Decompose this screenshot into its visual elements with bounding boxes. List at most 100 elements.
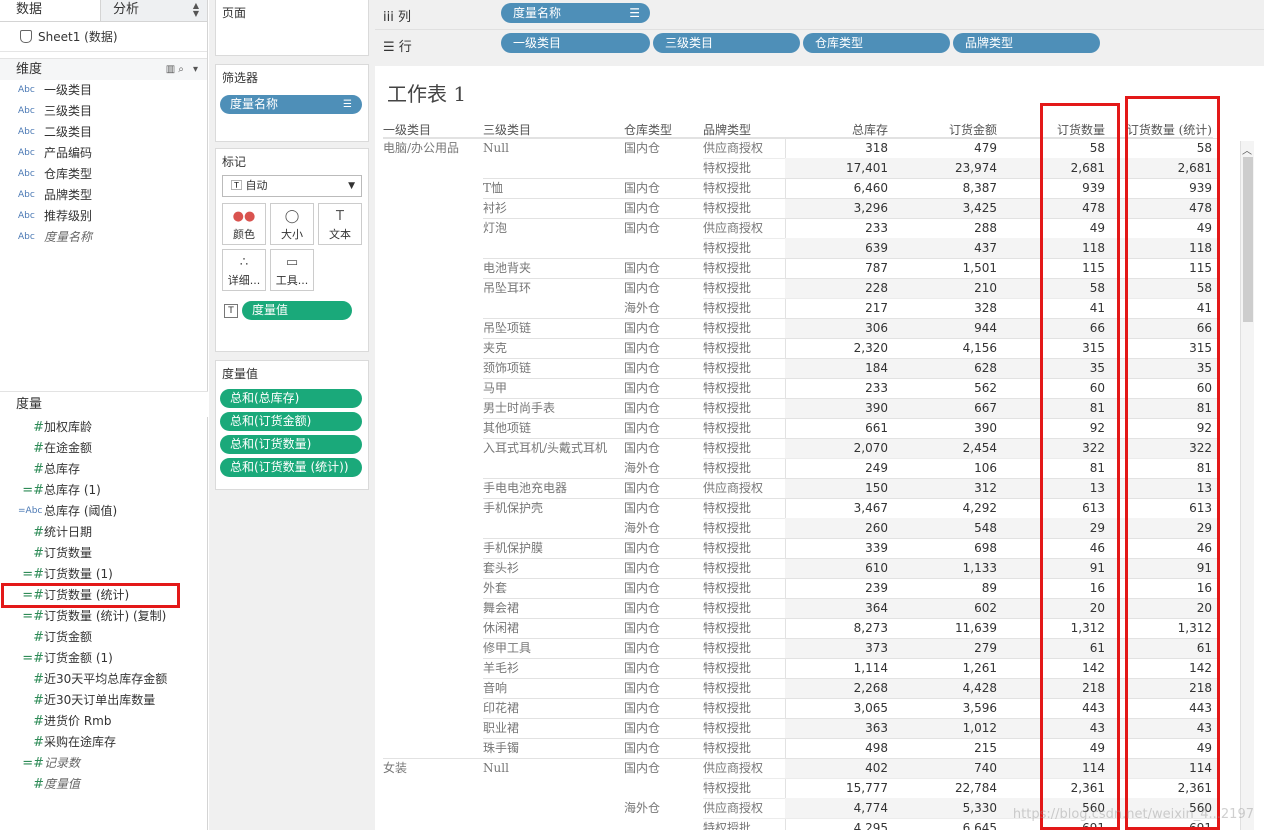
dimension-cell[interactable]: 特权授批 <box>703 258 781 278</box>
measure-cell[interactable]: 49 <box>999 738 1105 758</box>
dimension-cell[interactable]: Null <box>483 138 618 158</box>
measure-cell[interactable]: 312 <box>890 478 997 498</box>
dimension-cell[interactable]: 特权授批 <box>703 818 781 830</box>
dimension-cell[interactable]: 特权授批 <box>703 178 781 198</box>
mark-type-dropdown[interactable]: 🅃 自动 ▼ <box>222 175 362 197</box>
rows-pill-brand[interactable]: 品牌类型 <box>953 33 1100 53</box>
dimension-cell[interactable]: 国内仓 <box>624 638 696 658</box>
dimension-cell[interactable]: 国内仓 <box>624 538 696 558</box>
measure-cell[interactable]: 20 <box>999 598 1105 618</box>
measure-field[interactable]: # 度量值 <box>0 774 208 795</box>
measure-cell[interactable]: 3,596 <box>890 698 997 718</box>
measure-cell[interactable]: 29 <box>1107 518 1212 538</box>
dimension-cell[interactable]: 供应商授权 <box>703 798 781 818</box>
dimension-cell[interactable]: 特权授批 <box>703 598 781 618</box>
dimension-cell[interactable]: 国内仓 <box>624 258 696 278</box>
measure-cell[interactable]: 322 <box>1107 438 1212 458</box>
hdr-total-stock[interactable]: 总库存 <box>785 121 888 138</box>
measure-cell[interactable]: 315 <box>1107 338 1212 358</box>
measure-cell[interactable]: 46 <box>1107 538 1212 558</box>
measure-cell[interactable]: 548 <box>890 518 997 538</box>
dimension-cell[interactable]: 特权授批 <box>703 678 781 698</box>
measure-cell[interactable]: 437 <box>890 238 997 258</box>
dimension-cell[interactable]: 特权授批 <box>703 438 781 458</box>
measure-field[interactable]: =# 订货数量 (统计) <box>1 583 180 608</box>
measure-cell[interactable]: 41 <box>1107 298 1212 318</box>
measure-cell[interactable]: 58 <box>1107 278 1212 298</box>
measure-cell[interactable]: 628 <box>890 358 997 378</box>
dimension-cell[interactable]: 吊坠耳环 <box>483 278 618 298</box>
dimension-cell[interactable]: 特权授批 <box>703 698 781 718</box>
dimension-cell[interactable]: 灯泡 <box>483 218 618 238</box>
measure-cell[interactable]: 23,974 <box>890 158 997 178</box>
measure-cell[interactable]: 363 <box>785 718 888 738</box>
measure-cell[interactable]: 58 <box>1107 138 1212 158</box>
measure-cell[interactable]: 443 <box>999 698 1105 718</box>
measure-field[interactable]: # 采购在途库存 <box>0 732 208 753</box>
dimension-cell[interactable]: 海外仓 <box>624 518 696 538</box>
dimension-cell[interactable]: 国内仓 <box>624 558 696 578</box>
measure-cell[interactable]: 118 <box>999 238 1105 258</box>
measure-cell[interactable]: 8,273 <box>785 618 888 638</box>
measure-cell[interactable]: 1,133 <box>890 558 997 578</box>
measure-cell[interactable]: 66 <box>1107 318 1212 338</box>
dimension-cell[interactable]: 珠手镯 <box>483 738 618 758</box>
filter-pill-measure-names[interactable]: 度量名称 ☰ <box>220 95 362 114</box>
measure-field[interactable]: # 加权库龄 <box>0 417 208 438</box>
measure-cell[interactable]: 479 <box>890 138 997 158</box>
dimension-cell[interactable]: 特权授批 <box>703 338 781 358</box>
dimension-cell[interactable]: 国内仓 <box>624 278 696 298</box>
dimension-cell[interactable]: 特权授批 <box>703 378 781 398</box>
dimension-cell[interactable]: 吊坠项链 <box>483 318 618 338</box>
dimension-cell[interactable]: 国内仓 <box>624 138 696 158</box>
measure-field[interactable]: # 近30天平均总库存金额 <box>0 669 208 690</box>
dimension-cell[interactable]: 套头衫 <box>483 558 618 578</box>
dimension-cell[interactable]: 海外仓 <box>624 798 696 818</box>
measure-cell[interactable]: 4,156 <box>890 338 997 358</box>
measure-cell[interactable]: 4,295 <box>785 818 888 830</box>
dimension-cell[interactable]: 电池背夹 <box>483 258 618 278</box>
dimension-cell[interactable]: 颈饰项链 <box>483 358 618 378</box>
measure-cell[interactable]: 562 <box>890 378 997 398</box>
measure-field[interactable]: # 订货数量 <box>0 543 208 564</box>
measure-cell[interactable]: 939 <box>999 178 1105 198</box>
measure-cell[interactable]: 49 <box>1107 218 1212 238</box>
measure-field[interactable]: # 在途金额 <box>0 438 208 459</box>
tab-data[interactable]: 数据 <box>0 0 100 21</box>
dimension-cell[interactable]: 特权授批 <box>703 498 781 518</box>
measure-value-pill[interactable]: 总和(订货金额) <box>220 412 362 431</box>
dimension-field[interactable]: Abc 二级类目 <box>0 122 207 143</box>
measure-cell[interactable]: 91 <box>1107 558 1212 578</box>
dimension-cell[interactable]: 特权授批 <box>703 318 781 338</box>
dimension-cell[interactable]: 国内仓 <box>624 398 696 418</box>
dimension-cell[interactable]: 国内仓 <box>624 478 696 498</box>
measure-value-pill[interactable]: 总和(总库存) <box>220 389 362 408</box>
dimension-field[interactable]: Abc 一级类目 <box>0 80 207 101</box>
measure-cell[interactable]: 2,361 <box>1107 778 1212 798</box>
dimension-cell[interactable]: 国内仓 <box>624 498 696 518</box>
dimension-cell[interactable]: 国内仓 <box>624 198 696 218</box>
measure-cell[interactable]: 613 <box>999 498 1105 518</box>
measure-cell[interactable]: 390 <box>890 418 997 438</box>
measure-cell[interactable]: 1,501 <box>890 258 997 278</box>
measure-cell[interactable]: 2,268 <box>785 678 888 698</box>
hdr-order-qty-stat[interactable]: 订货数量 (统计) <box>1107 121 1212 138</box>
measure-cell[interactable]: 142 <box>999 658 1105 678</box>
measure-cell[interactable]: 58 <box>999 278 1105 298</box>
measure-cell[interactable]: 1,312 <box>1107 618 1212 638</box>
hdr-level3[interactable]: 三级类目 <box>483 121 618 138</box>
measure-cell[interactable]: 43 <box>999 718 1105 738</box>
measure-cell[interactable]: 233 <box>785 378 888 398</box>
dimension-cell[interactable]: 国内仓 <box>624 598 696 618</box>
dimension-cell[interactable]: 休闲裙 <box>483 618 618 638</box>
dimension-cell[interactable]: 国内仓 <box>624 758 696 778</box>
dimension-cell[interactable]: 特权授批 <box>703 578 781 598</box>
dimension-cell[interactable]: 国内仓 <box>624 318 696 338</box>
dimension-cell[interactable]: 国内仓 <box>624 218 696 238</box>
dimension-cell[interactable]: 夹克 <box>483 338 618 358</box>
dimension-cell[interactable]: 国内仓 <box>624 358 696 378</box>
detail-button[interactable]: ∴ 详细... <box>222 249 266 291</box>
dimension-cell[interactable]: 舞会裙 <box>483 598 618 618</box>
dimension-cell[interactable]: 特权授批 <box>703 158 781 178</box>
measure-cell[interactable]: 29 <box>999 518 1105 538</box>
